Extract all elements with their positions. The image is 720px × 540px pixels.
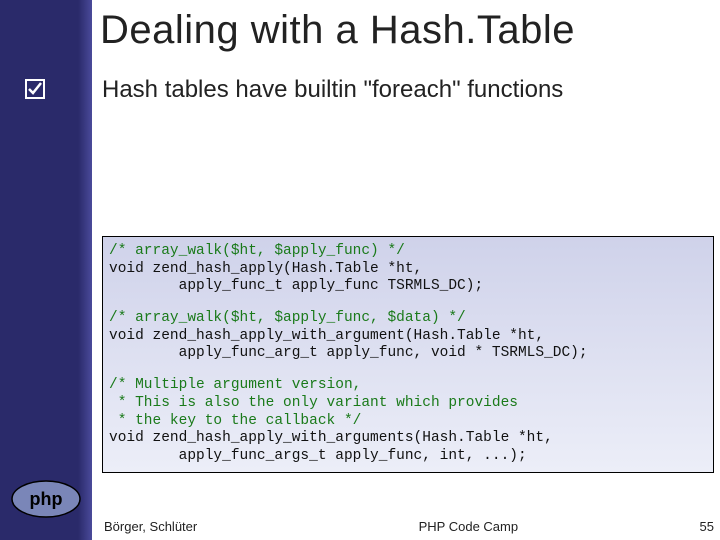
checkbox-checked-icon	[25, 79, 45, 99]
code-line: void zend_hash_apply_with_arguments(Hash…	[109, 430, 553, 446]
code-comment: /* array_walk($ht, $apply_func) */	[109, 243, 405, 259]
slide-sidebar	[0, 0, 92, 540]
code-line: void zend_hash_apply_with_argument(Hash.…	[109, 328, 544, 344]
code-line: apply_func_t apply_func TSRMLS_DC);	[109, 278, 483, 294]
code-line: void zend_hash_apply(Hash.Table *ht,	[109, 261, 422, 277]
svg-text:php: php	[30, 489, 63, 509]
footer-authors: Börger, Schlüter	[104, 519, 197, 534]
code-comment: * the key to the callback */	[109, 413, 361, 429]
code-snippet-2: /* array_walk($ht, $apply_func, $data) *…	[109, 310, 707, 363]
code-block: /* array_walk($ht, $apply_func) */ void …	[102, 236, 714, 473]
footer-event: PHP Code Camp	[197, 519, 699, 534]
code-comment: /* Multiple argument version,	[109, 377, 361, 393]
php-logo-icon: php	[10, 478, 82, 520]
code-line: apply_func_arg_t apply_func, void * TSRM…	[109, 345, 588, 361]
footer-page: 55	[700, 519, 716, 534]
code-snippet-3: /* Multiple argument version, * This is …	[109, 377, 707, 465]
slide-title: Dealing with a Hash.Table	[100, 8, 710, 53]
code-line: apply_func_args_t apply_func, int, ...);	[109, 448, 527, 464]
code-comment: * This is also the only variant which pr…	[109, 395, 518, 411]
bullet-text: Hash tables have builtin "foreach" funct…	[102, 76, 563, 104]
slide-footer: Börger, Schlüter PHP Code Camp 55	[104, 519, 716, 534]
code-snippet-1: /* array_walk($ht, $apply_func) */ void …	[109, 243, 707, 296]
code-comment: /* array_walk($ht, $apply_func, $data) *…	[109, 310, 466, 326]
